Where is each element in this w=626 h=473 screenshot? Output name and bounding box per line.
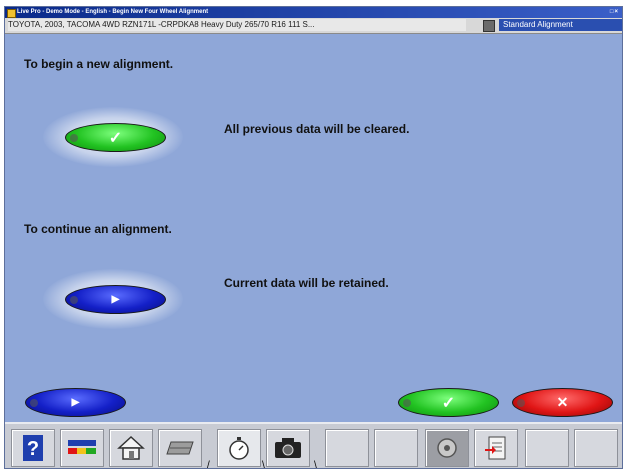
app-window: Live Pro - Demo Mode - English - Begin N… [4,6,623,469]
wheel-icon [426,430,468,466]
svg-text:?: ? [27,438,39,460]
window-title: Live Pro - Demo Mode - English - Begin N… [17,9,209,15]
window-controls[interactable]: □× [610,7,619,18]
new-alignment-button[interactable]: ✓ [65,123,166,152]
play-icon: ▶ [111,294,120,305]
continue-alignment-button[interactable]: ▶ [65,285,166,314]
continue-alignment-heading: To continue an alignment. [24,222,172,236]
continue-alignment-description: Current data will be retained. [224,276,389,290]
new-alignment-heading: To begin a new alignment. [24,57,174,71]
toolbar-home-button[interactable] [109,429,153,467]
vehicle-info-bar: TOYOTA, 2003, TACOMA 4WD RZN171L -CRPDKA… [5,18,622,34]
clipboard-icon [475,430,517,466]
help-icon: ? [12,430,54,466]
toolbar-wheel-button[interactable] [425,429,469,467]
selection-marker: \ [262,460,265,471]
app-icon [7,9,16,18]
toolbar-help-button[interactable]: ? [11,429,55,467]
toolbar-empty-slot [525,429,569,467]
toolbar-empty-slot [325,429,369,467]
alignment-mode[interactable]: Standard Alignment [499,19,622,31]
toolbar-flag-button[interactable] [60,429,104,467]
check-icon: ✓ [441,394,456,412]
flag-icon [61,430,103,466]
toolbar-empty-slot [374,429,418,467]
cancel-button[interactable]: ✕ [512,388,613,417]
close-icon: ✕ [556,394,569,410]
selection-marker: / [207,460,210,471]
back-button[interactable]: ▶ [25,388,126,417]
tray-icon [159,430,201,466]
stopwatch-icon [218,430,260,466]
confirm-button[interactable]: ✓ [398,388,499,417]
toolbar-clipboard-button[interactable] [474,429,518,467]
toolbar-empty-slot [574,429,618,467]
play-icon: ▶ [71,397,80,408]
new-alignment-description: All previous data will be cleared. [224,122,410,136]
selection-marker: \ [314,460,317,471]
toolbar-camera-button[interactable] [266,429,310,467]
title-bar: Live Pro - Demo Mode - English - Begin N… [5,7,622,18]
toolbar-tray-button[interactable] [158,429,202,467]
home-icon [110,430,152,466]
check-icon: ✓ [108,129,123,147]
toolbar-stopwatch-button[interactable] [217,429,261,467]
vehicle-description: TOYOTA, 2003, TACOMA 4WD RZN171L -CRPDKA… [8,19,466,31]
camera-icon [267,430,309,466]
status-square-icon [483,20,495,32]
